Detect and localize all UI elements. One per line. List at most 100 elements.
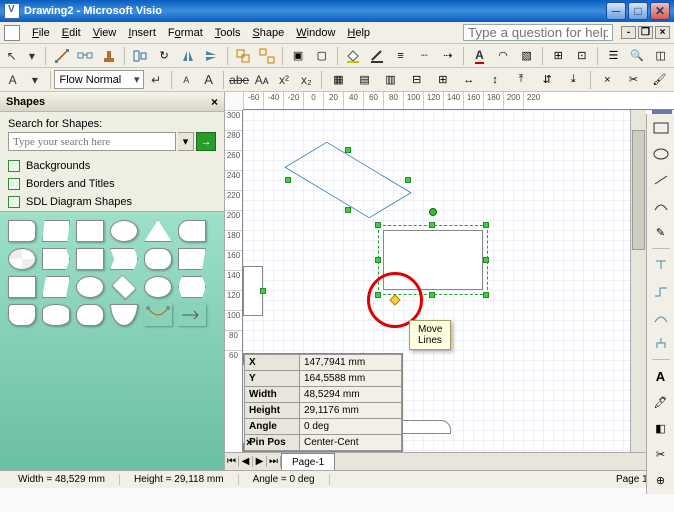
tab-nav-prev-icon[interactable]: ◀ — [239, 456, 253, 467]
tab-nav-last-icon[interactable]: ⏭ — [267, 456, 281, 467]
menu-format[interactable]: Format — [162, 25, 209, 41]
selection-handle[interactable] — [483, 257, 489, 263]
stencil-sdl[interactable]: SDL Diagram Shapes — [0, 193, 224, 211]
mdi-restore-button[interactable]: ❐ — [638, 26, 653, 39]
selection-handle[interactable] — [375, 257, 381, 263]
crop-tool-icon[interactable]: ✂ — [651, 444, 671, 464]
palette-shape[interactable] — [8, 248, 36, 270]
palette-shape[interactable] — [42, 304, 70, 326]
palette-shape[interactable] — [144, 276, 172, 298]
stamp-tool-icon[interactable] — [98, 46, 121, 66]
menu-view[interactable]: View — [87, 25, 123, 41]
group-icon[interactable] — [232, 46, 255, 66]
decision-shape[interactable] — [288, 150, 408, 210]
fill-color-icon[interactable] — [342, 46, 365, 66]
drawing-canvas[interactable]: Move Lines Size & Positi... X147,7941 mm… — [243, 110, 674, 452]
panel-close-icon[interactable]: × — [246, 437, 252, 449]
scrollbar-thumb[interactable] — [632, 130, 645, 250]
menu-tools[interactable]: Tools — [209, 25, 247, 41]
crop-icon[interactable]: ✂ — [621, 70, 646, 90]
palette-shape[interactable] — [178, 248, 206, 270]
font-grow2-icon[interactable]: A — [198, 70, 219, 90]
palette-shape[interactable] — [76, 276, 104, 298]
selection-handle[interactable] — [285, 177, 291, 183]
text-color-icon[interactable]: A — [468, 46, 491, 66]
pencil-tool-icon[interactable]: ✎ — [651, 222, 671, 242]
palette-shape[interactable] — [8, 220, 36, 242]
insert-row-icon[interactable]: ▤ — [352, 70, 377, 90]
eraser-tool-icon[interactable]: ◧ — [651, 418, 671, 438]
table-icon[interactable]: ▦ — [326, 70, 351, 90]
selection-handle[interactable] — [405, 177, 411, 183]
selection-handle[interactable] — [483, 292, 489, 298]
palette-shape[interactable] — [178, 304, 206, 326]
ellipse-tool-icon[interactable] — [651, 144, 671, 164]
palette-shape[interactable] — [110, 304, 138, 326]
minimize-button[interactable]: ─ — [606, 2, 626, 20]
menu-edit[interactable]: Edit — [56, 25, 87, 41]
connector-curved-icon[interactable] — [651, 307, 671, 327]
insert-col-icon[interactable]: ▥ — [378, 70, 403, 90]
selection-handle[interactable] — [483, 222, 489, 228]
strikethrough-icon[interactable]: abe — [228, 70, 250, 90]
selection-handle[interactable] — [429, 222, 435, 228]
align-top-icon[interactable]: ⤒ — [509, 70, 534, 90]
selection-handle[interactable] — [260, 288, 266, 294]
control-handle[interactable] — [389, 294, 400, 305]
align-mid-icon[interactable]: ⇵ — [535, 70, 560, 90]
menu-insert[interactable]: Insert — [122, 25, 162, 41]
palette-shape[interactable] — [42, 276, 70, 298]
stencil-backgrounds[interactable]: Backgrounds — [0, 157, 224, 175]
tab-nav-first-icon[interactable]: ⏮ — [225, 456, 239, 467]
send-back-icon[interactable]: ▢ — [310, 46, 333, 66]
page-tab[interactable]: Page-1 — [281, 453, 335, 470]
dropdown-icon[interactable]: ▾ — [22, 46, 41, 66]
format-painter-icon[interactable]: 🖌 — [647, 70, 672, 90]
size-panel-tab[interactable]: Size & Positi... — [243, 364, 244, 444]
distribute-v-icon[interactable]: ↕ — [482, 70, 507, 90]
selection-handle[interactable] — [345, 207, 351, 213]
palette-shape[interactable] — [178, 276, 206, 298]
palette-shape[interactable] — [110, 220, 138, 242]
selection-handle[interactable] — [375, 222, 381, 228]
connection-point-icon[interactable]: × — [595, 70, 620, 90]
search-go-button[interactable]: → — [196, 132, 216, 151]
selection-handle[interactable] — [345, 147, 351, 153]
split-cells-icon[interactable]: ⊞ — [430, 70, 455, 90]
style-selector[interactable]: Flow Normal — [54, 70, 144, 89]
smallcaps-icon[interactable]: Aᴀ — [251, 70, 272, 90]
menu-file[interactable]: File — [26, 25, 56, 41]
flip-v-icon[interactable] — [200, 46, 223, 66]
mdi-close-button[interactable]: × — [655, 26, 670, 39]
font-grow-icon[interactable]: A — [2, 70, 23, 90]
help-search-input[interactable] — [463, 24, 613, 41]
point-tool-icon[interactable]: ⊕ — [651, 470, 671, 490]
palette-shape[interactable] — [42, 220, 70, 242]
palette-shape[interactable] — [178, 220, 206, 242]
selection-handle[interactable] — [429, 292, 435, 298]
size-position-panel[interactable]: Size & Positi... X147,7941 mmY164,5588 m… — [243, 353, 403, 452]
line-tool-icon[interactable] — [651, 170, 671, 190]
pointer-tool-icon[interactable]: ↖ — [2, 46, 21, 66]
shadow-icon[interactable]: ▧ — [515, 46, 538, 66]
menu-help[interactable]: Help — [341, 25, 376, 41]
palette-shape[interactable] — [144, 220, 172, 242]
palette-shape[interactable] — [144, 304, 172, 326]
rotation-handle[interactable] — [429, 208, 437, 216]
palette-shape[interactable] — [144, 248, 172, 270]
line-weight-icon[interactable]: ≡ — [389, 46, 412, 66]
palette-shape[interactable] — [8, 276, 36, 298]
connector-routed-icon[interactable] — [651, 281, 671, 301]
maximize-button[interactable]: □ — [628, 2, 648, 20]
palette-shape[interactable] — [76, 248, 104, 270]
palette-shape[interactable] — [8, 304, 36, 326]
connector-tool-icon[interactable] — [50, 46, 73, 66]
tab-nav-next-icon[interactable]: ▶ — [253, 456, 267, 467]
selection-handle[interactable] — [375, 292, 381, 298]
palette-shape[interactable] — [110, 248, 138, 270]
align-shapes-icon[interactable] — [129, 46, 152, 66]
menu-window[interactable]: Window — [290, 25, 341, 41]
font-shrink-icon[interactable]: A — [176, 70, 197, 90]
shape-search-input[interactable] — [8, 132, 176, 151]
ungroup-icon[interactable] — [255, 46, 278, 66]
